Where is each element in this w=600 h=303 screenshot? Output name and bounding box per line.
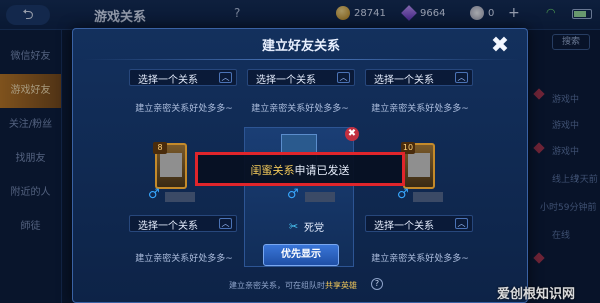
relation-select-bottom-left[interactable]: 选择一个关系 ︿: [129, 215, 237, 232]
relation-select-top-left[interactable]: 选择一个关系 ︿: [129, 69, 237, 86]
male-gender-icon: ♂: [148, 187, 160, 202]
relation-name: 死党: [304, 223, 324, 234]
chevron-up-icon: ︿: [455, 218, 468, 229]
chevron-up-icon: ︿: [337, 72, 350, 83]
friend-avatar-left[interactable]: 8: [153, 142, 187, 189]
relation-select-label: 选择一个关系: [138, 75, 198, 86]
footer-text: 建立亲密关系，可在组队时: [229, 281, 325, 290]
priority-display-button[interactable]: 优先显示: [263, 244, 339, 266]
request-sent-toast: 闺蜜关系申请已发送: [195, 152, 405, 186]
relation-benefit-text: 建立亲密关系好处多多~: [135, 254, 233, 264]
relation-select-label: 选择一个关系: [374, 75, 434, 86]
chevron-up-icon: ︿: [455, 72, 468, 83]
relation-benefit-text: 建立亲密关系好处多多~: [371, 254, 469, 264]
chevron-up-icon: ︿: [219, 218, 232, 229]
footer-note: 建立亲密关系，可在组队时共享英雄: [229, 280, 357, 291]
relation-select-top-center[interactable]: 选择一个关系 ︿: [247, 69, 355, 86]
male-gender-icon: ♂: [287, 187, 299, 202]
relation-select-bottom-right[interactable]: 选择一个关系 ︿: [365, 215, 473, 232]
relation-select-label: 选择一个关系: [256, 75, 316, 86]
watermark: 爱创根知识网: [497, 287, 576, 302]
share-heroes-link[interactable]: 共享英雄: [325, 281, 357, 290]
avatar-image: [408, 153, 430, 177]
toast-message: 闺蜜关系申请已发送: [198, 162, 402, 178]
friend-name-hidden: [413, 192, 443, 202]
remove-icon[interactable]: ✖: [345, 127, 359, 141]
close-button[interactable]: ✖: [487, 34, 513, 60]
relation-benefit-text: 建立亲密关系好处多多~: [251, 104, 349, 114]
level-badge: 8: [153, 142, 167, 154]
title-divider: [83, 59, 519, 60]
buddy-relation-icon: ✂: [289, 220, 299, 233]
male-gender-icon: ♂: [397, 187, 409, 202]
relation-benefit-text: 建立亲密关系好处多多~: [371, 104, 469, 114]
friend-avatar-right[interactable]: 10: [401, 142, 435, 189]
avatar-image: [160, 153, 182, 177]
chevron-up-icon: ︿: [219, 72, 232, 83]
relation-select-label: 选择一个关系: [374, 221, 434, 232]
footer-help-icon[interactable]: ?: [371, 278, 383, 290]
friend-name-hidden: [165, 192, 195, 202]
dialog-title: 建立好友关系: [261, 39, 340, 54]
toast-relation-type: 闺蜜关系: [250, 164, 295, 177]
relation-benefit-text: 建立亲密关系好处多多~: [135, 104, 233, 114]
toast-status: 申请已发送: [294, 164, 350, 177]
friend-name-hidden: [305, 192, 335, 202]
relation-select-label: 选择一个关系: [138, 221, 198, 232]
relation-select-top-right[interactable]: 选择一个关系 ︿: [365, 69, 473, 86]
